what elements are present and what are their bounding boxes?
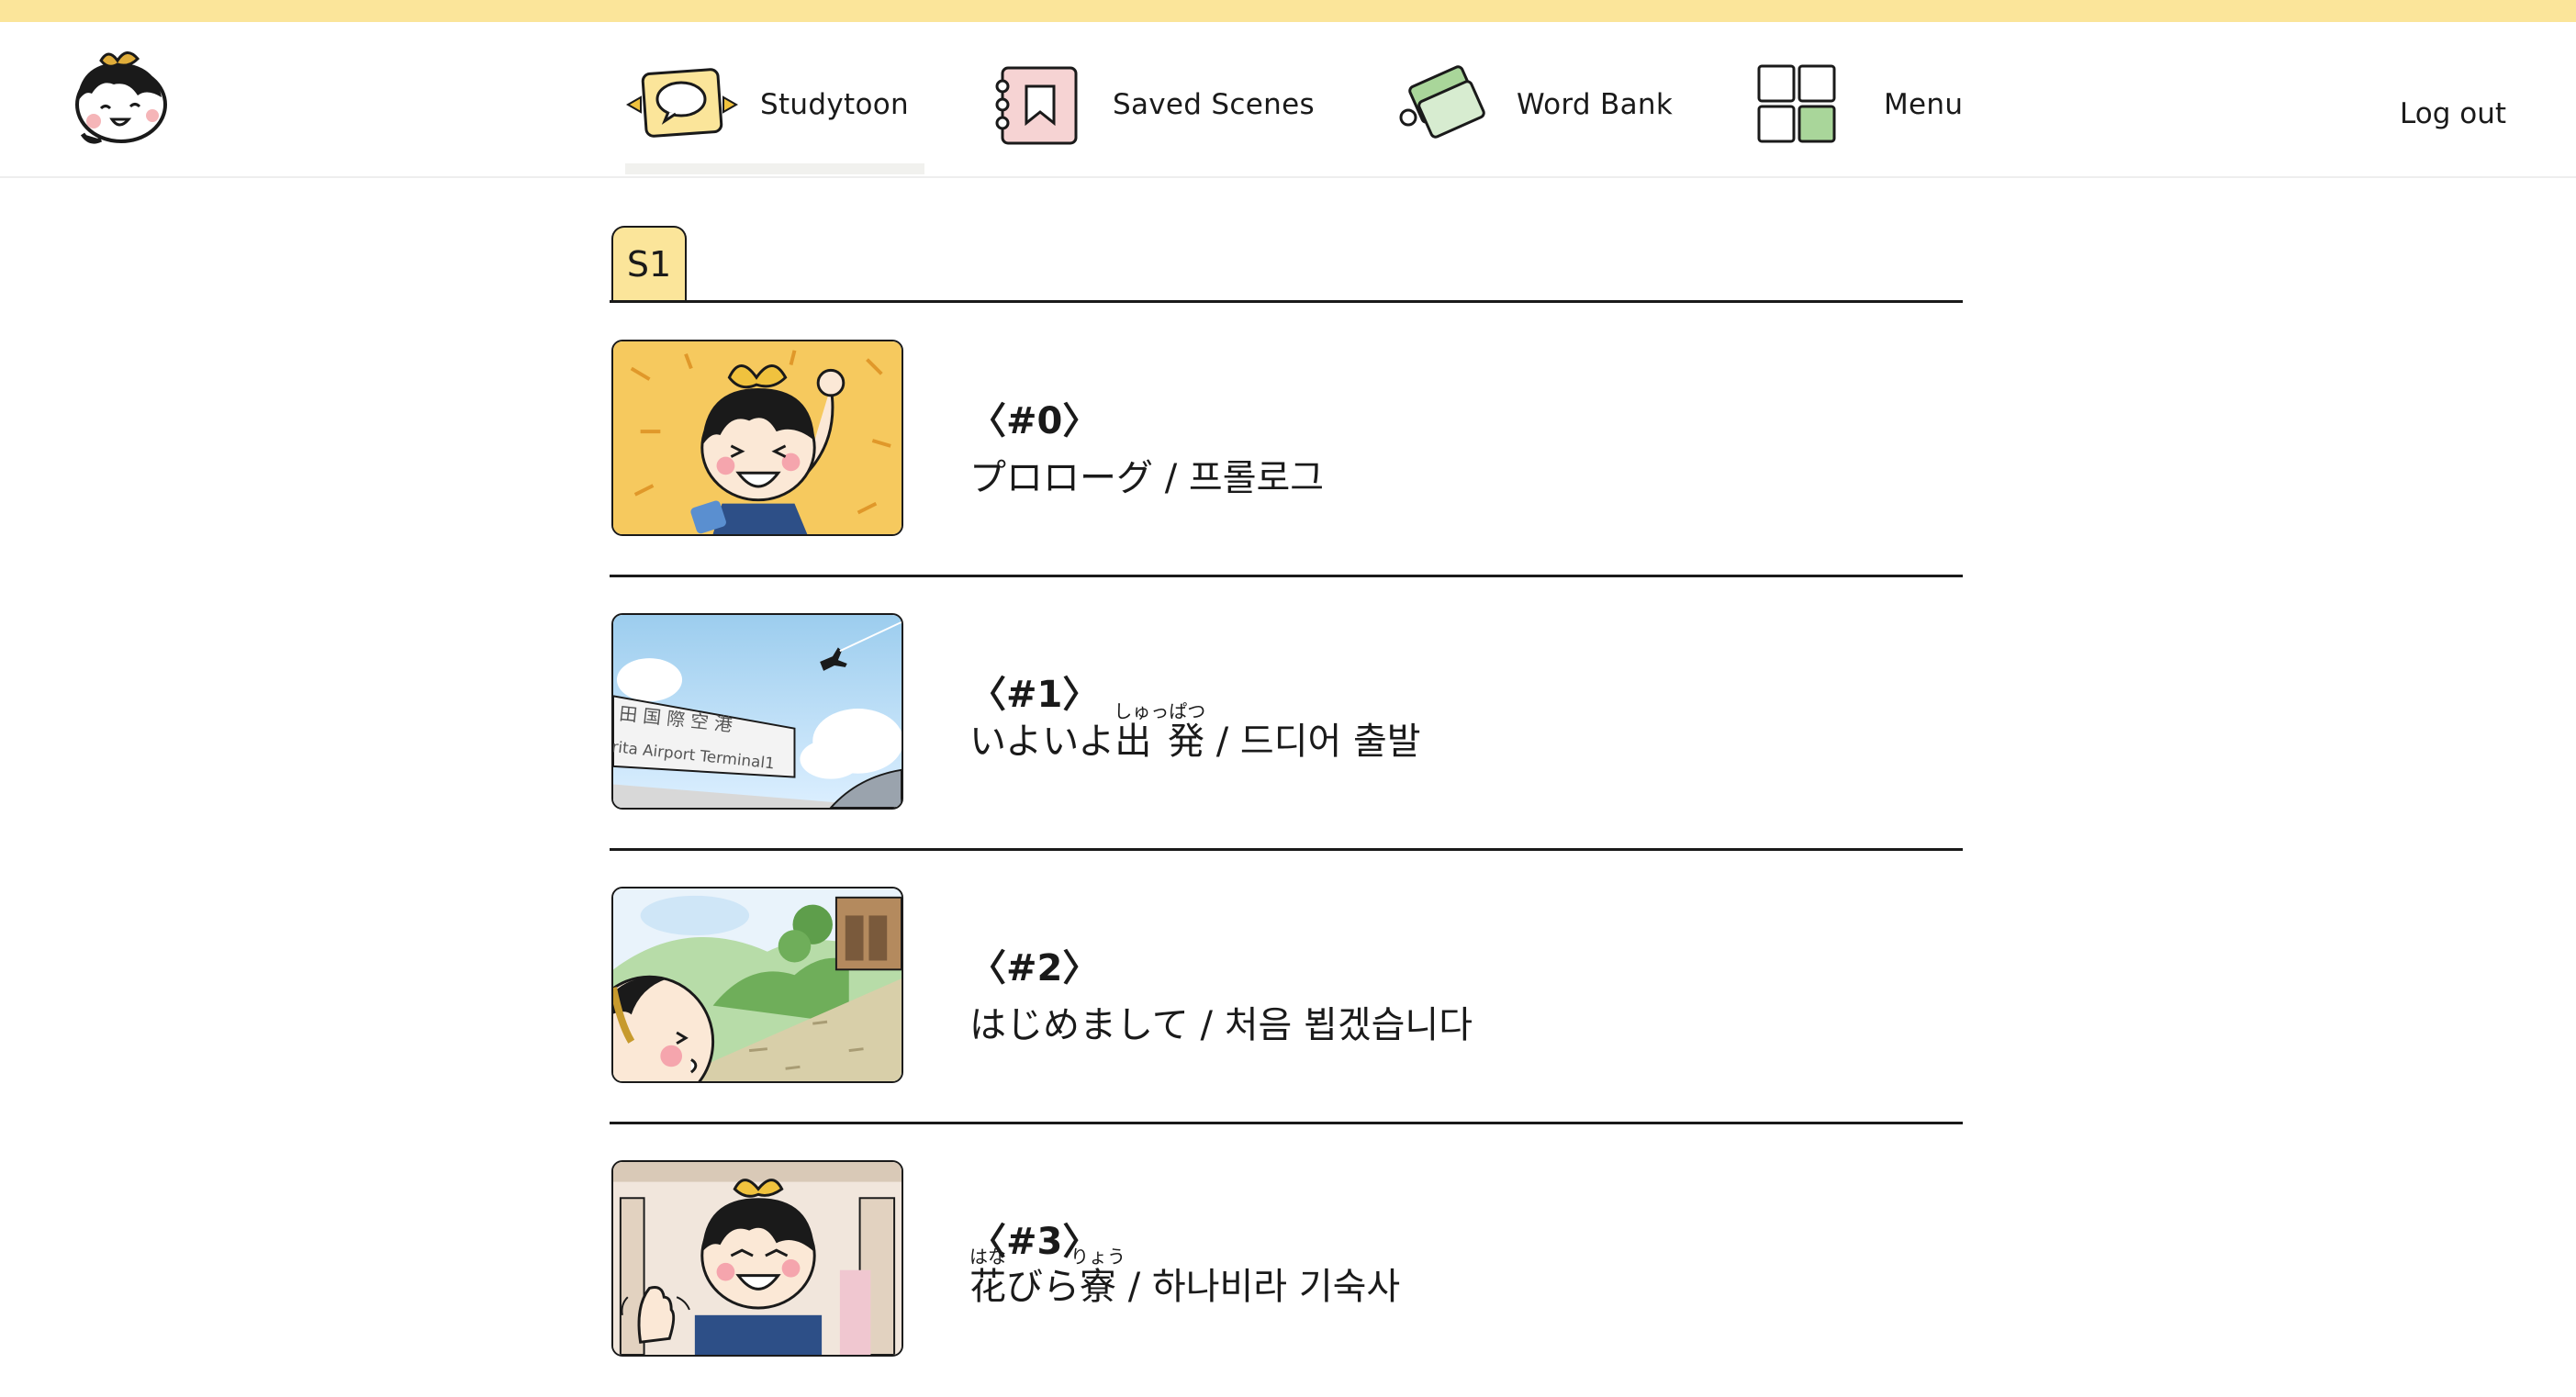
episode-thumbnail[interactable]: 田 国 際 空 港 rita Airport Terminal1 — [611, 613, 903, 810]
episode-thumbnail[interactable] — [611, 1160, 903, 1357]
flashcards-icon — [1399, 65, 1485, 139]
episode-row[interactable]: 〈#2〉 はじめまして / 처음 뵙겠습니다 — [610, 850, 1963, 1124]
episode-row[interactable]: 〈#3〉 花はなびら寮りょう / 하나비라 기숙사 — [610, 1123, 1963, 1397]
nav-label-word-bank: Word Bank — [1517, 88, 1674, 121]
season-tab-s1[interactable]: S1 — [611, 226, 687, 301]
top-accent-strip — [0, 0, 2576, 22]
bookmark-notebook-icon — [995, 66, 1078, 145]
episode-title: 花はなびら寮りょう / 하나비라 기숙사 — [969, 1246, 1400, 1310]
episode-title-suffix: / 드디어 출발 — [1204, 721, 1421, 763]
furigana-ruby: 寮りょう — [1070, 1246, 1126, 1308]
ruby-reading: はな — [969, 1246, 1006, 1268]
nav-menu[interactable]: Menu — [1748, 59, 1963, 151]
nav-active-indicator — [625, 163, 924, 174]
logout-link[interactable]: Log out — [2400, 97, 2506, 130]
episode-row[interactable]: 田 国 際 空 港 rita Airport Terminal1 〈#1〉 いよ… — [610, 576, 1963, 851]
ruby-reading: りょう — [1070, 1246, 1126, 1268]
episode-number: 〈#0〉 — [969, 400, 1100, 442]
app-logo[interactable] — [64, 42, 173, 151]
nav-label-saved-scenes: Saved Scenes — [1113, 88, 1315, 121]
top-nav-bar: Studytoon Saved Scenes Word Bank Menu Lo… — [0, 22, 2576, 178]
episode-title: はじめまして / 처음 뵙겠습니다 — [969, 1004, 1473, 1046]
episode-title-suffix: / 하나비라 기숙사 — [1116, 1266, 1401, 1308]
episode-thumbnail[interactable] — [611, 340, 903, 536]
furigana-ruby: 出 発しゅっぱつ — [1114, 700, 1206, 763]
nav-studytoon[interactable]: Studytoon — [624, 59, 909, 151]
nav-saved-scenes[interactable]: Saved Scenes — [977, 59, 1315, 151]
speech-bubble-icon — [625, 68, 739, 138]
furigana-ruby: 花はな — [969, 1246, 1006, 1308]
ruby-base: 花 — [969, 1266, 1006, 1308]
episode-title-prefix: いよいよ — [969, 721, 1115, 763]
nav-label-menu: Menu — [1884, 88, 1964, 121]
episode-row[interactable]: 〈#0〉 プロローグ / 프롤로그 — [610, 303, 1963, 577]
nav-word-bank[interactable]: Word Bank — [1381, 59, 1673, 151]
episode-thumbnail[interactable] — [611, 887, 903, 1083]
episode-number: 〈#2〉 — [969, 947, 1100, 989]
nav-label-studytoon: Studytoon — [760, 88, 909, 121]
episode-title: プロローグ / 프롤로그 — [969, 457, 1325, 499]
episode-title-middle: びら — [1006, 1266, 1080, 1308]
ruby-reading: しゅっぱつ — [1114, 700, 1206, 722]
episode-title: いよいよ出 発しゅっぱつ / 드디어 출발 — [969, 700, 1421, 765]
grid-menu-icon — [1757, 64, 1836, 143]
ruby-base: 出 発 — [1114, 721, 1206, 763]
